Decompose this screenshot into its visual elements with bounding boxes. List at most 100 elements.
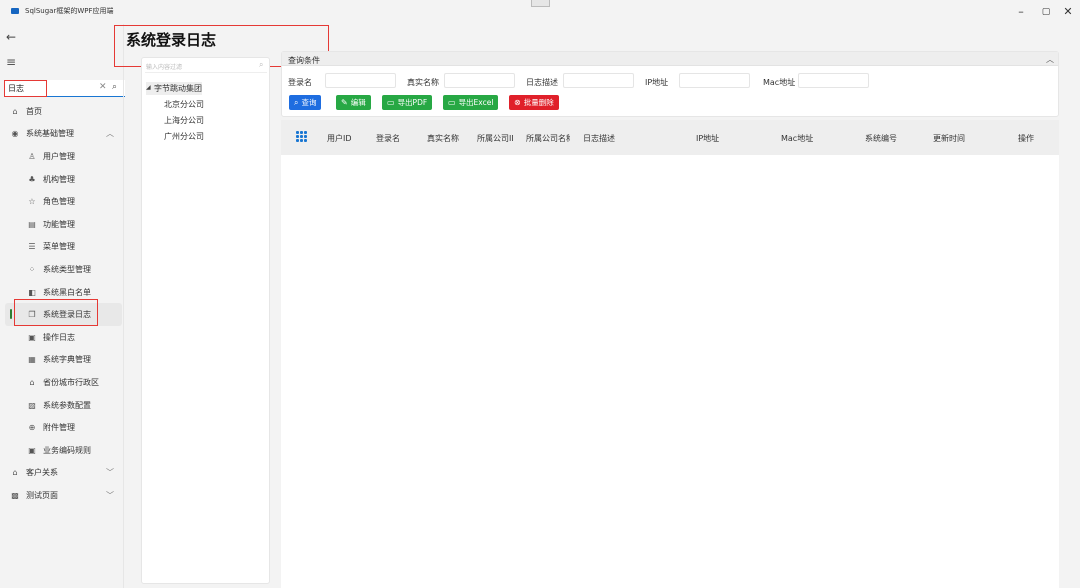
tree-node-guangzhou[interactable]: 广州分公司 <box>164 131 204 142</box>
org-icon: ♣ <box>28 174 36 184</box>
sidebar-item-dictionary[interactable]: ▦ 系统字典管理 <box>0 349 127 372</box>
search-icon[interactable]: ⌕ <box>112 82 117 92</box>
close-button[interactable]: ✕ <box>1057 3 1079 21</box>
sidebar-item-label: 操作日志 <box>43 332 75 342</box>
sidebar-item-parameters[interactable]: ▨ 系统参数配置 <box>0 394 127 417</box>
sidebar-item-code-rules[interactable]: ▣ 业务编码规则 <box>0 439 127 462</box>
sidebar-item-users[interactable]: ♙ 用户管理 <box>0 145 127 168</box>
batch-delete-label: 批量删除 <box>523 98 554 107</box>
sidebar-item-label: 测试页面 <box>26 490 58 500</box>
minimize-button[interactable]: – <box>1010 3 1032 21</box>
sidebar-item-home[interactable]: ⌂ 首页 <box>0 100 127 123</box>
data-grid: 用户ID 登录名 真实名称 所属公司ID 所属公司名称 日志描述 IP地址 Ma… <box>281 120 1059 588</box>
chevron-up-icon[interactable]: ︿ <box>1046 54 1054 65</box>
tree-filter-placeholder: 输入内容过滤 <box>146 64 183 71</box>
chevron-up-icon: ︿ <box>106 129 114 139</box>
column-header[interactable]: 用户ID <box>327 133 371 144</box>
code-rule-icon: ▣ <box>28 445 36 455</box>
active-indicator <box>10 309 12 320</box>
query-button[interactable]: ⌕ 查询 <box>289 95 322 110</box>
real-name-input[interactable] <box>444 73 515 88</box>
hamburger-menu-icon[interactable]: ≡ <box>6 55 16 69</box>
sidebar-item-label: 附件管理 <box>43 423 75 433</box>
query-header[interactable]: 查询条件 ︿ <box>282 52 1058 66</box>
export-excel-button[interactable]: ▭ 导出Excel <box>443 95 499 110</box>
query-title: 查询条件 <box>288 56 320 65</box>
log-desc-input[interactable] <box>563 73 634 88</box>
real-name-label: 真实名称 <box>407 78 439 87</box>
column-header[interactable]: 系统编号 <box>865 133 911 144</box>
tree-filter-input[interactable]: 输入内容过滤 ⌕ <box>145 60 267 73</box>
sidebar-item-regions[interactable]: ⌂ 省份城市行政区 <box>0 371 127 394</box>
column-header[interactable]: Mac地址 <box>781 133 825 144</box>
blacklist-icon: ◧ <box>28 287 36 297</box>
export-pdf-label: 导出PDF <box>397 98 428 107</box>
edit-button-label: 编辑 <box>350 98 366 107</box>
expander-icon[interactable]: ◢ <box>146 84 151 91</box>
clear-icon[interactable]: ✕ <box>99 82 107 92</box>
sidebar-item-label: 系统基础管理 <box>26 129 74 139</box>
sidebar-item-attachments[interactable]: ⊕ 附件管理 <box>0 416 127 439</box>
log-desc-label: 日志描述 <box>526 78 558 87</box>
sidebar-item-test-pages[interactable]: ▩ 测试页面 ﹀ <box>0 484 127 507</box>
tree-node-beijing[interactable]: 北京分公司 <box>164 99 204 110</box>
export-icon: ▭ <box>387 98 395 107</box>
sidebar-item-organizations[interactable]: ♣ 机构管理 <box>0 168 127 191</box>
back-button[interactable]: ← <box>6 30 16 44</box>
login-name-label: 登录名 <box>288 78 312 87</box>
sidebar-item-label: 业务编码规则 <box>43 445 91 455</box>
export-pdf-button[interactable]: ▭ 导出PDF <box>382 95 433 110</box>
maximize-button[interactable]: ▢ <box>1035 3 1057 21</box>
mac-input[interactable] <box>798 73 869 88</box>
login-name-input[interactable] <box>325 73 396 88</box>
sidebar-item-system-basic[interactable]: ◉ 系统基础管理 ︿ <box>0 123 127 146</box>
sidebar-item-roles[interactable]: ☆ 角色管理 <box>0 190 127 213</box>
operation-log-icon: ▣ <box>28 332 36 342</box>
nav-search-input[interactable]: 日志 ✕ ⌕ <box>5 80 125 97</box>
column-header[interactable]: 日志描述 <box>583 133 643 144</box>
test-page-icon: ▩ <box>11 490 19 500</box>
sidebar-item-label: 首页 <box>26 106 42 116</box>
sidebar-item-blacklist[interactable]: ◧ 系统黑白名单 <box>0 281 127 304</box>
column-header[interactable]: 登录名 <box>376 133 420 144</box>
batch-delete-button[interactable]: ⊗ 批量删除 <box>509 95 559 110</box>
page-title: 系统登录日志 <box>126 31 217 49</box>
sidebar-item-login-log[interactable]: ❐ 系统登录日志 <box>5 303 122 326</box>
search-icon: ⌕ <box>294 97 299 107</box>
sidebar-item-label: 系统参数配置 <box>43 400 91 410</box>
sidebar-item-label: 系统字典管理 <box>43 355 91 365</box>
ip-input[interactable] <box>679 73 750 88</box>
home-icon: ⌂ <box>12 106 18 116</box>
sidebar-nav: ⌂ 首页 ◉ 系统基础管理 ︿ ♙ 用户管理 ♣ 机构管理 ☆ 角色管理 ▤ 功… <box>0 100 127 507</box>
sidebar-item-system-types[interactable]: ⁘ 系统类型管理 <box>0 258 127 281</box>
drag-handle[interactable] <box>531 0 550 7</box>
sidebar-item-functions[interactable]: ▤ 功能管理 <box>0 213 127 236</box>
sidebar-item-label: 系统黑白名单 <box>43 287 91 297</box>
column-header[interactable]: IP地址 <box>696 133 736 144</box>
window-title: SqlSugar框架的WPF应用端 <box>25 7 114 15</box>
delete-icon: ⊗ <box>514 98 521 107</box>
sidebar-item-menus[interactable]: ☰ 菜单管理 <box>0 236 127 259</box>
column-header[interactable]: 更新时间 <box>933 133 979 144</box>
column-header[interactable]: 操作 <box>1018 133 1048 144</box>
sidebar-item-label: 系统登录日志 <box>43 310 91 320</box>
tree-node-shanghai[interactable]: 上海分公司 <box>164 115 204 126</box>
column-header[interactable]: 所属公司ID <box>477 133 513 144</box>
sidebar-item-operation-log[interactable]: ▣ 操作日志 <box>0 326 127 349</box>
sidebar-item-customers[interactable]: ⌂ 客户关系 ﹀ <box>0 462 127 485</box>
nav-search-value: 日志 <box>8 84 24 93</box>
chevron-down-icon: ﹀ <box>106 490 114 500</box>
column-header[interactable]: 真实名称 <box>427 133 473 144</box>
sidebar-divider <box>123 24 124 588</box>
tree-node-root[interactable]: 字节跳动集团 <box>154 83 202 94</box>
search-icon[interactable]: ⌕ <box>259 60 263 70</box>
sidebar-item-label: 省份城市行政区 <box>43 377 99 387</box>
grid-header: 用户ID 登录名 真实名称 所属公司ID 所属公司名称 日志描述 IP地址 Ma… <box>281 120 1059 155</box>
title-bar: SqlSugar框架的WPF应用端 – ▢ ✕ <box>0 0 1080 24</box>
grid-menu-icon[interactable] <box>296 131 307 142</box>
settings-icon: ◉ <box>11 129 19 139</box>
user-icon: ♙ <box>28 151 36 161</box>
function-icon: ▤ <box>28 219 36 229</box>
column-header[interactable]: 所属公司名称 <box>526 133 570 144</box>
edit-button[interactable]: ✎ 编辑 <box>336 95 371 110</box>
